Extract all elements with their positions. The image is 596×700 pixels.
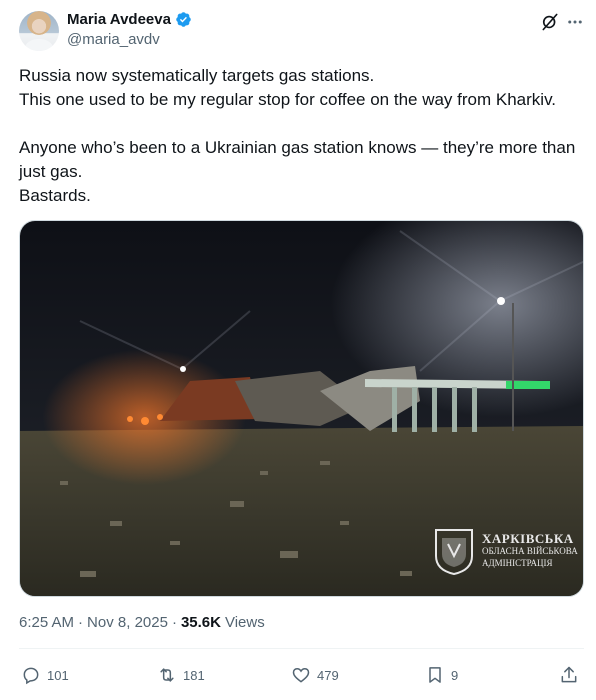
- grok-icon[interactable]: [540, 12, 560, 32]
- tweet-photo[interactable]: ХАРКІВСЬКА ОБЛАСНА ВІЙСЬКОВА АДМІНІСТРАЦ…: [19, 220, 584, 597]
- action-bar: 101 181 479 9: [19, 660, 584, 690]
- tweet-card: Maria Avdeeva @maria_avdv Russia now sys…: [0, 0, 596, 700]
- repost-icon: [160, 668, 174, 682]
- tweet-meta: 6:25 AM · Nov 8, 2025 · 35.6K Views: [19, 614, 265, 631]
- reply-button[interactable]: 101: [21, 660, 69, 690]
- tweet-line: Russia now systematically targets gas st…: [19, 66, 375, 85]
- tweet-date[interactable]: Nov 8, 2025: [87, 614, 168, 631]
- bookmark-icon: [429, 667, 441, 683]
- share-button[interactable]: [559, 660, 579, 690]
- bookmark-button[interactable]: 9: [425, 660, 458, 690]
- views-count: 35.6K: [180, 614, 221, 631]
- photo-watermark: ХАРКІВСЬКА ОБЛАСНА ВІЙСЬКОВА АДМІНІСТРАЦ…: [432, 526, 578, 576]
- repost-count: 181: [183, 667, 205, 683]
- coat-of-arms-icon: [435, 529, 473, 576]
- views-label: Views: [224, 614, 265, 631]
- bookmark-count: 9: [451, 667, 459, 683]
- tweet-line: Anyone who’s been to a Ukrainian gas sta…: [19, 138, 576, 181]
- like-button[interactable]: 479: [291, 660, 339, 690]
- meta-separator: ·: [171, 614, 177, 631]
- meta-separator: ·: [78, 614, 84, 631]
- tweet-line: This one used to be my regular stop for …: [19, 90, 557, 109]
- repost-button[interactable]: 181: [157, 660, 205, 690]
- divider: [19, 648, 584, 649]
- reply-count: 101: [47, 667, 69, 683]
- watermark-line-3: АДМІНІСТРАЦІЯ: [482, 558, 553, 568]
- share-icon: [561, 666, 577, 683]
- tweet-line: Bastards.: [19, 186, 91, 205]
- author-display-name[interactable]: Maria Avdeeva: [67, 11, 171, 28]
- heart-icon: [292, 667, 310, 683]
- author-handle[interactable]: @maria_avdv: [67, 31, 160, 48]
- watermark-line-1: ХАРКІВСЬКА: [482, 531, 574, 546]
- watermark-line-2: ОБЛАСНА ВІЙСЬКОВА: [482, 546, 578, 556]
- reply-icon: [23, 667, 39, 685]
- avatar[interactable]: [19, 11, 59, 51]
- more-icon[interactable]: [566, 12, 584, 32]
- tweet-time[interactable]: 6:25 AM: [19, 614, 74, 631]
- like-count: 479: [317, 667, 339, 683]
- verified-badge-icon[interactable]: [175, 11, 192, 28]
- tweet-text: Russia now systematically targets gas st…: [19, 64, 579, 208]
- author-name-row: Maria Avdeeva: [67, 11, 192, 28]
